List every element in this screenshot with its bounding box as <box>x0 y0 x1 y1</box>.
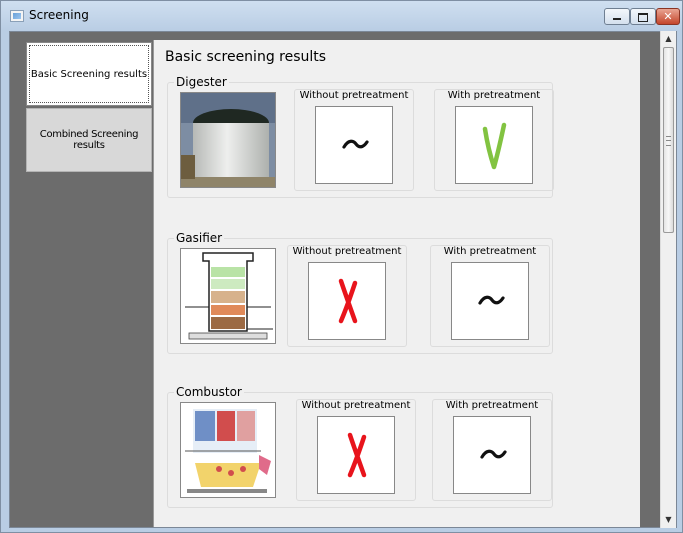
window-title: Screening <box>29 8 89 22</box>
focus-rectangle <box>29 45 149 103</box>
result-neutral-icon <box>315 106 393 184</box>
maximize-button[interactable] <box>630 8 656 25</box>
tab-label: Combined Screening results <box>39 129 139 151</box>
result-neutral-icon <box>453 416 531 494</box>
without-pretreatment-box: Without pretreatment <box>287 245 407 347</box>
scroll-thumb[interactable] <box>663 47 674 233</box>
digester-image <box>180 92 276 188</box>
scroll-down-icon[interactable]: ▼ <box>661 512 676 528</box>
group-title: Gasifier <box>174 231 225 245</box>
without-pretreatment-box: Without pretreatment <box>294 89 414 191</box>
result-fail-icon <box>317 416 395 494</box>
combustor-image <box>180 402 276 498</box>
gasifier-image <box>180 248 276 344</box>
without-pretreatment-label: Without pretreatment <box>292 246 402 257</box>
close-icon: ✕ <box>663 10 673 23</box>
with-pretreatment-label: With pretreatment <box>447 90 541 101</box>
vertical-scrollbar[interactable]: ▲ ▼ <box>660 31 676 528</box>
with-pretreatment-box: With pretreatment <box>430 245 550 347</box>
with-pretreatment-label: With pretreatment <box>445 400 539 411</box>
with-pretreatment-box: With pretreatment <box>434 89 554 191</box>
result-pass-icon <box>455 106 533 184</box>
group-title: Combustor <box>174 385 244 399</box>
result-fail-icon <box>308 262 386 340</box>
title-bar[interactable]: Screening ✕ <box>1 1 682 31</box>
results-panel: Basic screening results Digester Without… <box>153 40 640 527</box>
without-pretreatment-label: Without pretreatment <box>299 90 409 101</box>
scroll-up-icon[interactable]: ▲ <box>661 31 676 47</box>
maximize-icon <box>631 9 655 24</box>
combustor-group: Combustor Without pretreatment With pret… <box>167 385 553 508</box>
with-pretreatment-box: With pretreatment <box>432 399 552 501</box>
screening-window: Screening ✕ Basic Screening results Comb… <box>0 0 683 533</box>
page-title: Basic screening results <box>165 49 327 65</box>
grip-icon <box>666 136 671 146</box>
result-neutral-icon <box>451 262 529 340</box>
minimize-icon <box>605 9 629 24</box>
without-pretreatment-label: Without pretreatment <box>301 400 411 411</box>
tab-basic-screening-results[interactable]: Basic Screening results <box>26 42 152 106</box>
with-pretreatment-label: With pretreatment <box>443 246 537 257</box>
app-icon <box>10 10 24 22</box>
minimize-button[interactable] <box>604 8 630 25</box>
gasifier-group: Gasifier Without pretreatment With pretr… <box>167 231 553 354</box>
group-title: Digester <box>174 75 229 89</box>
tab-combined-screening-results[interactable]: Combined Screening results <box>26 108 152 172</box>
close-button[interactable]: ✕ <box>656 8 680 25</box>
client-area: Basic Screening results Combined Screeni… <box>9 31 677 528</box>
without-pretreatment-box: Without pretreatment <box>296 399 416 501</box>
digester-group: Digester Without pretreatment With pretr… <box>167 75 554 198</box>
